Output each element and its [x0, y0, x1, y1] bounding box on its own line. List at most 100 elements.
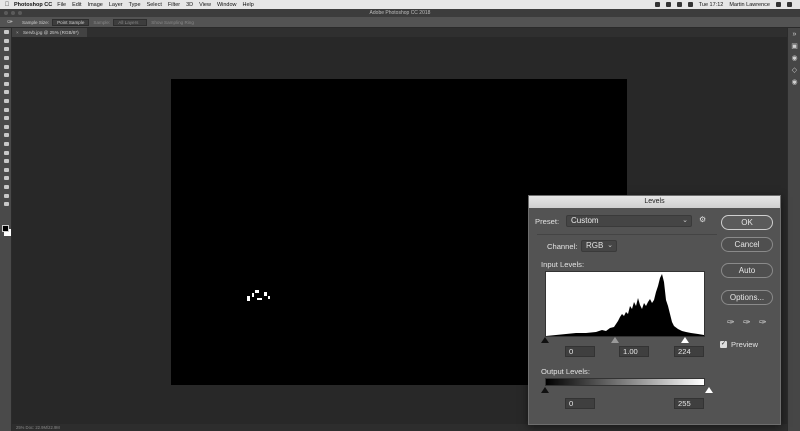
gray-eyedropper-icon[interactable]: ✑ — [743, 317, 751, 328]
panel-dock: » ▣ ◉ ◇ ◉ — [787, 28, 800, 431]
channel-label: Channel: — [547, 242, 578, 251]
eraser-tool-icon[interactable] — [0, 114, 12, 123]
menu-extras: Tue 17:12 Martin Lawrence — [654, 0, 792, 9]
gradient-tool-icon[interactable] — [0, 123, 12, 132]
marquee-tool-icon[interactable] — [0, 37, 12, 46]
preset-label: Preset: — [535, 217, 560, 226]
image-highlight-speck — [257, 298, 262, 300]
document-tab-bar: × Servb.jpg @ 25% (RGB/8*) — [12, 28, 787, 37]
input-black-point-handle[interactable] — [541, 337, 549, 343]
menu-select[interactable]: Select — [147, 2, 162, 8]
image-highlight-speck — [252, 293, 254, 297]
menu-file[interactable]: File — [57, 2, 66, 8]
gear-icon[interactable]: ⚙ — [699, 215, 706, 224]
auto-button[interactable]: Auto — [721, 263, 773, 278]
search-icon[interactable] — [776, 2, 781, 7]
crop-tool-icon[interactable] — [0, 62, 12, 71]
output-black-point-handle[interactable] — [541, 387, 549, 393]
close-window-button[interactable] — [4, 11, 8, 15]
zoom-tool-icon[interactable] — [0, 191, 12, 200]
output-levels-label: Output Levels: — [541, 367, 590, 376]
history-brush-tool-icon[interactable] — [0, 105, 12, 114]
wifi-icon[interactable] — [665, 2, 671, 7]
foreground-color-swatch[interactable] — [2, 225, 9, 232]
panel-collapse-icon[interactable]: » — [788, 28, 800, 40]
adjustments-panel-icon[interactable]: ◉ — [788, 52, 800, 64]
chevron-down-icon: ⌄ — [682, 217, 688, 224]
healing-tool-icon[interactable] — [0, 80, 12, 89]
output-white-point-handle[interactable] — [705, 387, 713, 393]
volume-icon[interactable] — [676, 2, 682, 7]
input-levels-slider[interactable] — [541, 337, 705, 343]
output-levels-slider[interactable] — [541, 387, 713, 393]
options-button[interactable]: Options... — [721, 290, 773, 305]
pen-tool-icon[interactable] — [0, 148, 12, 157]
menu-image[interactable]: Image — [88, 2, 103, 8]
channels-panel-icon[interactable]: ◉ — [788, 76, 800, 88]
dialog-title: Levels — [529, 196, 780, 208]
type-tool-icon[interactable] — [0, 157, 12, 166]
sample-select[interactable]: All Layers — [113, 18, 148, 26]
input-black-field[interactable]: 0 — [565, 346, 595, 357]
path-select-tool-icon[interactable] — [0, 166, 12, 175]
cancel-button[interactable]: Cancel — [721, 237, 773, 252]
document-tab[interactable]: × Servb.jpg @ 25% (RGB/8*) — [12, 28, 87, 37]
menu-filter[interactable]: Filter — [168, 2, 180, 8]
output-white-field[interactable]: 255 — [674, 398, 704, 409]
preview-checkbox[interactable]: ✓ — [720, 341, 727, 348]
channel-select[interactable]: RGB ⌄ — [581, 240, 617, 252]
menu-window[interactable]: Window — [217, 2, 237, 8]
menu-3d[interactable]: 3D — [186, 2, 193, 8]
blur-tool-icon[interactable] — [0, 131, 12, 140]
tools-panel — [0, 28, 12, 431]
menu-view[interactable]: View — [199, 2, 211, 8]
dodge-tool-icon[interactable] — [0, 140, 12, 149]
preview-label: Preview — [731, 340, 759, 349]
hand-tool-icon[interactable] — [0, 183, 12, 192]
black-eyedropper-icon[interactable]: ✑ — [727, 317, 735, 328]
preset-select[interactable]: Custom ⌄ — [566, 215, 692, 227]
window-title-bar: Adobe Photoshop CC 2018 — [0, 9, 800, 17]
lasso-tool-icon[interactable] — [0, 45, 12, 54]
extra-tools-icon[interactable] — [0, 200, 12, 209]
show-sampling-ring-checkbox[interactable]: Show Sampling Ring — [151, 20, 194, 25]
levels-dialog: Levels Preset: Custom ⌄ ⚙ Channel: RGB ⌄… — [528, 195, 781, 425]
brush-tool-icon[interactable] — [0, 88, 12, 97]
clock[interactable]: Tue 17:12 — [699, 2, 724, 8]
close-tab-icon[interactable]: × — [16, 30, 19, 35]
eyedropper-icon[interactable]: ✑ — [2, 18, 18, 27]
window-title: Adobe Photoshop CC 2018 — [369, 10, 431, 16]
stamp-tool-icon[interactable] — [0, 97, 12, 106]
list-icon[interactable] — [787, 2, 792, 7]
move-tool-icon[interactable] — [0, 28, 12, 37]
sample-size-select[interactable]: Point Sample — [52, 18, 90, 26]
menu-layer[interactable]: Layer — [109, 2, 123, 8]
user-name[interactable]: Martin Lawrence — [729, 2, 770, 8]
eyedropper-tool-icon[interactable] — [0, 71, 12, 80]
quick-select-tool-icon[interactable] — [0, 54, 12, 63]
layers-panel-icon[interactable]: ◇ — [788, 64, 800, 76]
input-gamma-field[interactable]: 1.00 — [619, 346, 649, 357]
dropbox-icon[interactable] — [654, 2, 660, 7]
image-highlight-speck — [268, 296, 270, 299]
input-white-point-handle[interactable] — [681, 337, 689, 343]
white-eyedropper-icon[interactable]: ✑ — [759, 317, 767, 328]
channel-value: RGB — [586, 241, 604, 250]
ok-button[interactable]: OK — [721, 215, 773, 230]
minimize-window-button[interactable] — [11, 11, 15, 15]
input-white-field[interactable]: 224 — [674, 346, 704, 357]
menu-type[interactable]: Type — [129, 2, 141, 8]
sample-size-label: Sample Size: — [22, 19, 50, 25]
menu-app-name[interactable]: Photoshop CC — [14, 2, 52, 8]
menu-help[interactable]: Help — [243, 2, 254, 8]
document-tab-title: Servb.jpg @ 25% (RGB/8*) — [22, 30, 79, 35]
output-black-field[interactable]: 0 — [565, 398, 595, 409]
image-highlight-speck — [264, 292, 267, 296]
menu-edit[interactable]: Edit — [72, 2, 81, 8]
shape-tool-icon[interactable] — [0, 174, 12, 183]
input-gamma-handle[interactable] — [611, 337, 619, 343]
zoom-window-button[interactable] — [18, 11, 22, 15]
battery-icon[interactable] — [687, 2, 693, 7]
apple-menu-icon[interactable]:  — [0, 2, 14, 8]
libraries-panel-icon[interactable]: ▣ — [788, 40, 800, 52]
